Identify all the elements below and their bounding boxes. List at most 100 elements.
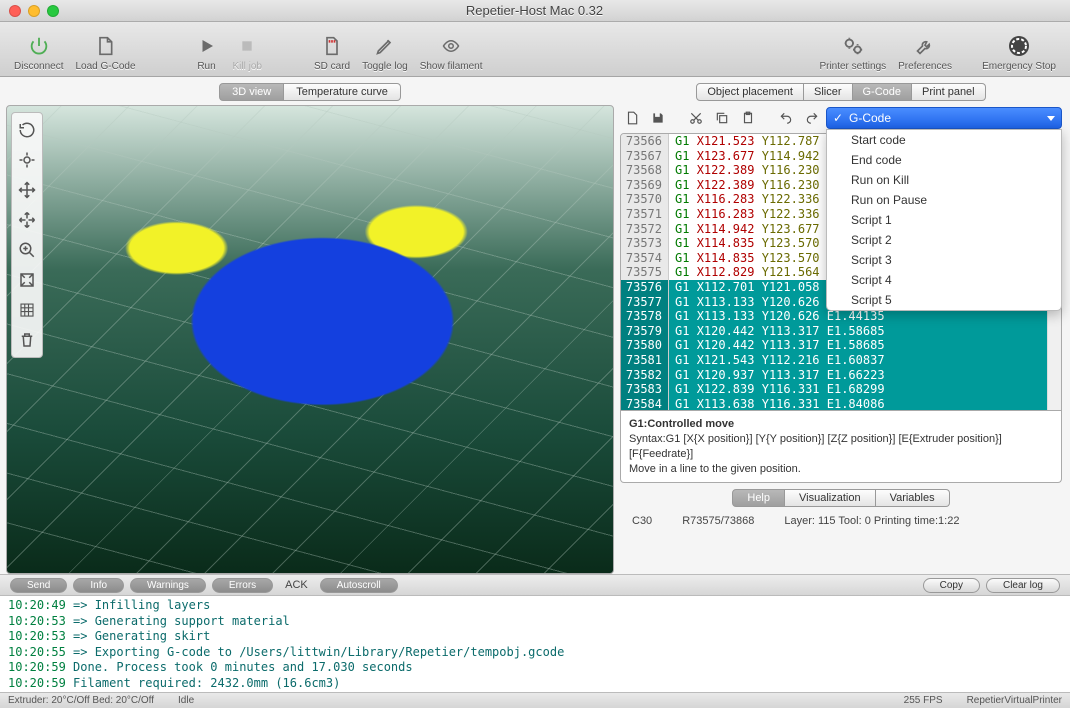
zoom-icon[interactable] [47, 5, 59, 17]
emergency-stop-label: Emergency Stop [982, 61, 1056, 72]
disconnect-label: Disconnect [14, 61, 63, 72]
dropdown-option[interactable]: Script 1 [827, 210, 1061, 230]
toggle-log-button[interactable]: Toggle log [356, 32, 414, 72]
cut-icon[interactable] [684, 107, 708, 129]
dropdown-option[interactable]: Run on Kill [827, 170, 1061, 190]
tab-gcode[interactable]: G-Code [853, 83, 913, 101]
warnings-filter-button[interactable]: Warnings [130, 578, 206, 593]
disconnect-button[interactable]: Disconnect [8, 32, 69, 72]
dropdown-option[interactable]: Start code [827, 130, 1061, 150]
log-toolbar: Send Info Warnings Errors ACK Autoscroll… [0, 574, 1070, 596]
view-mode-tabs: 3D view Temperature curve [6, 83, 614, 101]
log-output[interactable]: 10:20:49 => Infilling layers10:20:53 => … [0, 596, 1070, 692]
dropdown-option[interactable]: Script 3 [827, 250, 1061, 270]
printer-state: Idle [178, 695, 194, 706]
help-description: Move in a line to the given position. [629, 463, 801, 475]
gcode-line[interactable]: 73583G1 X122.839 Y116.331 E1.68299 [621, 382, 1061, 397]
sd-card-button[interactable]: SD card [308, 32, 356, 72]
eye-icon [437, 32, 465, 60]
undo-icon[interactable] [774, 107, 798, 129]
sd-card-label: SD card [314, 61, 350, 72]
copy-icon[interactable] [710, 107, 734, 129]
load-gcode-label: Load G-Code [75, 61, 135, 72]
dropdown-option[interactable]: Run on Pause [827, 190, 1061, 210]
rotate-icon[interactable] [12, 115, 42, 145]
errors-filter-button[interactable]: Errors [212, 578, 273, 593]
redo-icon[interactable] [800, 107, 824, 129]
trash-icon[interactable] [12, 325, 42, 355]
log-line: 10:20:53 => Generating support material [8, 614, 1062, 630]
gcode-line[interactable]: 73578G1 X113.133 Y120.626 E1.44135 [621, 309, 1061, 324]
kill-job-label: Kill job [233, 61, 262, 72]
layer-info: Layer: 115 Tool: 0 Printing time:1:22 [784, 515, 959, 527]
tab-visualization[interactable]: Visualization [785, 489, 876, 507]
log-line: 10:20:53 => Generating skirt [8, 629, 1062, 645]
gcode-line[interactable]: 73581G1 X121.543 Y112.216 E1.60837 [621, 353, 1061, 368]
save-icon[interactable] [646, 107, 670, 129]
tab-object-placement[interactable]: Object placement [696, 83, 804, 101]
new-file-icon[interactable] [620, 107, 644, 129]
emergency-icon [1005, 32, 1033, 60]
tab-slicer[interactable]: Slicer [804, 83, 853, 101]
gcode-line[interactable]: 73579G1 X120.442 Y113.317 E1.58685 [621, 324, 1061, 339]
close-icon[interactable] [9, 5, 21, 17]
paste-icon[interactable] [736, 107, 760, 129]
pan-icon[interactable] [12, 205, 42, 235]
load-gcode-button[interactable]: Load G-Code [69, 32, 141, 72]
gcode-status-bar: C30 R73575/73868 Layer: 115 Tool: 0 Prin… [620, 513, 1062, 533]
wrench-icon [911, 32, 939, 60]
printer-name: RepetierVirtualPrinter [967, 695, 1062, 706]
dropdown-selected-label: G-Code [849, 111, 891, 125]
gcode-script-dropdown[interactable]: G-Code [826, 107, 1062, 129]
tab-variables[interactable]: Variables [876, 489, 950, 507]
main-toolbar: Disconnect Load G-Code Run Kill job SD c… [0, 22, 1070, 77]
log-line: 10:20:49 => Infilling layers [8, 598, 1062, 614]
tab-3d-view[interactable]: 3D view [219, 83, 284, 101]
cursor-row: R73575/73868 [682, 515, 754, 527]
dropdown-option[interactable]: End code [827, 150, 1061, 170]
log-line: 10:20:59 Filament required: 2432.0mm (16… [8, 676, 1062, 692]
copy-log-button[interactable]: Copy [923, 578, 980, 593]
kill-job-button: Kill job [227, 32, 268, 72]
gcode-script-dropdown-menu: Start codeEnd codeRun on KillRun on Paus… [826, 129, 1062, 311]
log-line: 10:20:55 => Exporting G-code to /Users/l… [8, 645, 1062, 661]
move-icon[interactable] [12, 175, 42, 205]
help-panel-tabs: Help Visualization Variables [620, 489, 1062, 507]
preferences-button[interactable]: Preferences [892, 32, 958, 72]
grid-icon[interactable] [12, 295, 42, 325]
help-title: G1:Controlled move [629, 418, 734, 430]
printer-settings-button[interactable]: Printer settings [813, 32, 892, 72]
tab-print-panel[interactable]: Print panel [912, 83, 986, 101]
dropdown-option[interactable]: Script 4 [827, 270, 1061, 290]
tab-temperature-curve[interactable]: Temperature curve [284, 83, 401, 101]
3d-viewport[interactable] [6, 105, 614, 574]
gears-icon [839, 32, 867, 60]
dropdown-option[interactable]: Script 2 [827, 230, 1061, 250]
fit-icon[interactable] [12, 265, 42, 295]
autoscroll-button[interactable]: Autoscroll [320, 578, 398, 593]
zoom-in-icon[interactable] [12, 235, 42, 265]
emergency-stop-button[interactable]: Emergency Stop [976, 32, 1062, 72]
show-filament-button[interactable]: Show filament [414, 32, 489, 72]
clear-log-button[interactable]: Clear log [986, 578, 1060, 593]
minimize-icon[interactable] [28, 5, 40, 17]
log-line: 10:20:59 Done. Process took 0 minutes an… [8, 660, 1062, 676]
tab-help[interactable]: Help [732, 489, 785, 507]
document-icon [91, 32, 119, 60]
dropdown-option[interactable]: Script 5 [827, 290, 1061, 310]
gcode-line[interactable]: 73584G1 X113.638 Y116.331 E1.84086 [621, 397, 1061, 411]
play-icon [193, 32, 221, 60]
toggle-log-label: Toggle log [362, 61, 408, 72]
send-filter-button[interactable]: Send [10, 578, 67, 593]
gcode-line[interactable]: 73580G1 X120.442 Y113.317 E1.58685 [621, 338, 1061, 353]
cursor-column: C30 [632, 515, 652, 527]
window-controls[interactable] [0, 5, 59, 17]
fps-counter: 255 FPS [904, 695, 943, 706]
rotate-view-icon[interactable] [12, 145, 42, 175]
gcode-help-panel: G1:Controlled move Syntax:G1 [X{X positi… [620, 411, 1062, 483]
run-button[interactable]: Run [187, 32, 227, 72]
help-syntax: Syntax:G1 [X{X position}] [Y{Y position}… [629, 433, 1002, 460]
power-icon [25, 32, 53, 60]
info-filter-button[interactable]: Info [73, 578, 124, 593]
gcode-line[interactable]: 73582G1 X120.937 Y113.317 E1.66223 [621, 368, 1061, 383]
